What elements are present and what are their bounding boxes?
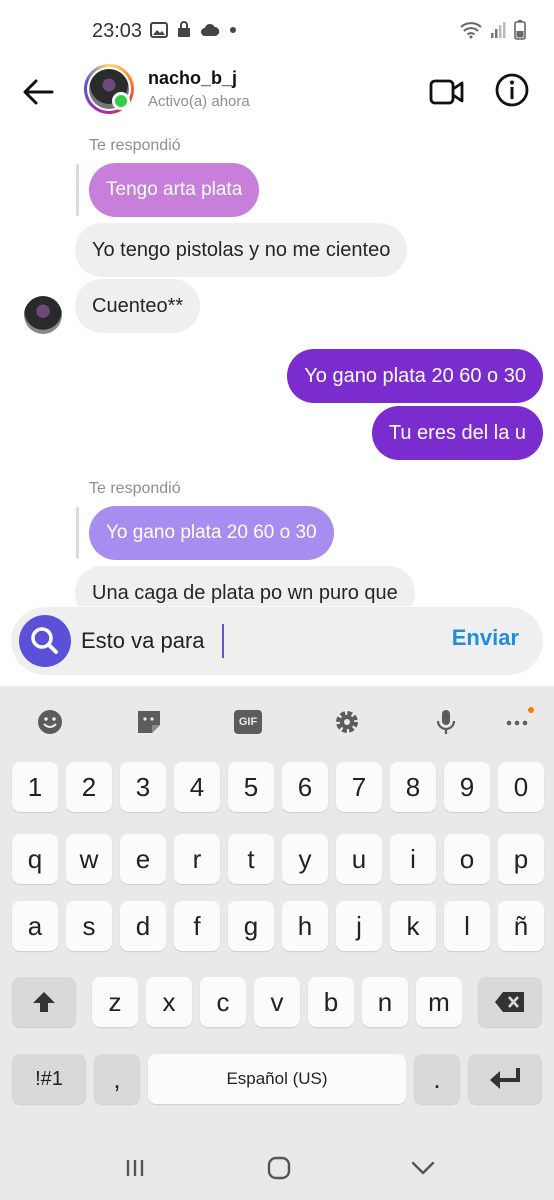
keyboard: GIF 1 2 3 4 5 6 7 8 9 0 q w e r t y u i … bbox=[0, 686, 554, 1200]
key-2[interactable]: 2 bbox=[66, 762, 112, 812]
dot-icon bbox=[230, 26, 236, 33]
key-m[interactable]: m bbox=[416, 977, 462, 1027]
key-8[interactable]: 8 bbox=[390, 762, 436, 812]
info-icon[interactable] bbox=[492, 70, 532, 110]
battery-icon bbox=[514, 20, 526, 40]
symbols-key[interactable]: !#1 bbox=[12, 1054, 86, 1104]
system-nav-bar bbox=[0, 1135, 554, 1200]
period-key[interactable]: . bbox=[414, 1054, 460, 1104]
recents-icon[interactable] bbox=[120, 1153, 150, 1183]
key-6[interactable]: 6 bbox=[282, 762, 328, 812]
key-x[interactable]: x bbox=[146, 977, 192, 1027]
key-k[interactable]: k bbox=[390, 901, 436, 951]
message-input[interactable]: Esto va para bbox=[81, 619, 421, 663]
received-message[interactable]: Yo tengo pistolas y no me cienteo bbox=[75, 223, 408, 277]
sticker-icon[interactable] bbox=[135, 708, 163, 736]
key-c[interactable]: c bbox=[200, 977, 246, 1027]
key-a[interactable]: a bbox=[12, 901, 58, 951]
enter-key[interactable] bbox=[468, 1054, 542, 1104]
message-composer: Esto va para Enviar bbox=[11, 607, 543, 675]
back-arrow-icon[interactable] bbox=[18, 72, 58, 112]
emoji-icon[interactable] bbox=[36, 708, 64, 736]
image-icon bbox=[150, 21, 168, 38]
back-chevron-icon[interactable] bbox=[408, 1153, 438, 1183]
video-call-icon[interactable] bbox=[426, 72, 466, 112]
key-t[interactable]: t bbox=[228, 834, 274, 884]
key-n[interactable]: n bbox=[362, 977, 408, 1027]
send-button[interactable]: Enviar bbox=[452, 625, 519, 651]
quoted-message[interactable]: Yo gano plata 20 60 o 30 bbox=[89, 506, 334, 560]
chat-header: nacho_b_j Activo(a) ahora bbox=[0, 62, 554, 124]
shift-key[interactable] bbox=[12, 977, 76, 1027]
message-thread[interactable]: Te respondió Tengo arta plata Yo tengo p… bbox=[0, 124, 554, 606]
key-9[interactable]: 9 bbox=[444, 762, 490, 812]
key-q[interactable]: q bbox=[12, 834, 58, 884]
backspace-icon bbox=[495, 992, 524, 1012]
key-5[interactable]: 5 bbox=[228, 762, 274, 812]
key-v[interactable]: v bbox=[254, 977, 300, 1027]
quoted-message[interactable]: Tengo arta plata bbox=[89, 163, 260, 217]
key-7[interactable]: 7 bbox=[336, 762, 382, 812]
key-e[interactable]: e bbox=[120, 834, 166, 884]
username[interactable]: nacho_b_j bbox=[148, 68, 237, 89]
key-1[interactable]: 1 bbox=[12, 762, 58, 812]
key-u[interactable]: u bbox=[336, 834, 382, 884]
key-r[interactable]: r bbox=[174, 834, 220, 884]
reply-indicator bbox=[76, 164, 79, 216]
key-w[interactable]: w bbox=[66, 834, 112, 884]
key-4[interactable]: 4 bbox=[174, 762, 220, 812]
key-y[interactable]: y bbox=[282, 834, 328, 884]
sent-message[interactable]: Tu eres del la u bbox=[371, 406, 543, 460]
activity-status: Activo(a) ahora bbox=[148, 93, 250, 110]
key-o[interactable]: o bbox=[444, 834, 490, 884]
lock-icon bbox=[178, 21, 190, 37]
key-0[interactable]: 0 bbox=[498, 762, 544, 812]
reply-label: Te respondió bbox=[89, 480, 181, 497]
search-gif-button[interactable] bbox=[19, 615, 71, 667]
mic-icon[interactable] bbox=[432, 708, 460, 736]
key-3[interactable]: 3 bbox=[120, 762, 166, 812]
enter-icon bbox=[490, 1068, 520, 1089]
backspace-key[interactable] bbox=[478, 977, 542, 1027]
more-icon[interactable] bbox=[504, 708, 532, 736]
key-j[interactable]: j bbox=[336, 901, 382, 951]
online-status-dot bbox=[112, 92, 130, 110]
key-s[interactable]: s bbox=[66, 901, 112, 951]
text-cursor bbox=[222, 624, 224, 658]
signal-icon bbox=[491, 22, 506, 38]
key-d[interactable]: d bbox=[120, 901, 166, 951]
shift-arrow-icon bbox=[33, 992, 55, 1012]
reply-indicator bbox=[76, 507, 79, 559]
key-n-tilde[interactable]: ñ bbox=[498, 901, 544, 951]
comma-key[interactable]: , bbox=[94, 1054, 140, 1104]
received-message[interactable]: Cuenteo** bbox=[75, 279, 201, 333]
key-f[interactable]: f bbox=[174, 901, 220, 951]
search-icon bbox=[31, 627, 58, 654]
key-l[interactable]: l bbox=[444, 901, 490, 951]
received-message[interactable]: Una caga de plata po wn puro que bbox=[75, 566, 415, 606]
key-b[interactable]: b bbox=[308, 977, 354, 1027]
cloud-icon bbox=[201, 23, 220, 36]
gif-icon[interactable]: GIF bbox=[234, 710, 262, 734]
key-z[interactable]: z bbox=[92, 977, 138, 1027]
sent-message[interactable]: Yo gano plata 20 60 o 30 bbox=[287, 349, 543, 403]
space-key[interactable]: Español (US) bbox=[148, 1054, 406, 1104]
home-icon[interactable] bbox=[264, 1153, 294, 1183]
wifi-icon bbox=[460, 22, 482, 39]
notification-dot bbox=[528, 707, 534, 713]
keyboard-toolbar: GIF bbox=[0, 686, 554, 758]
key-p[interactable]: p bbox=[498, 834, 544, 884]
sender-avatar[interactable] bbox=[24, 296, 62, 334]
status-bar: 23:03 bbox=[0, 0, 554, 62]
key-i[interactable]: i bbox=[390, 834, 436, 884]
status-time: 23:03 bbox=[92, 20, 143, 42]
key-h[interactable]: h bbox=[282, 901, 328, 951]
key-g[interactable]: g bbox=[228, 901, 274, 951]
settings-icon[interactable] bbox=[333, 708, 361, 736]
reply-label: Te respondió bbox=[89, 137, 181, 154]
